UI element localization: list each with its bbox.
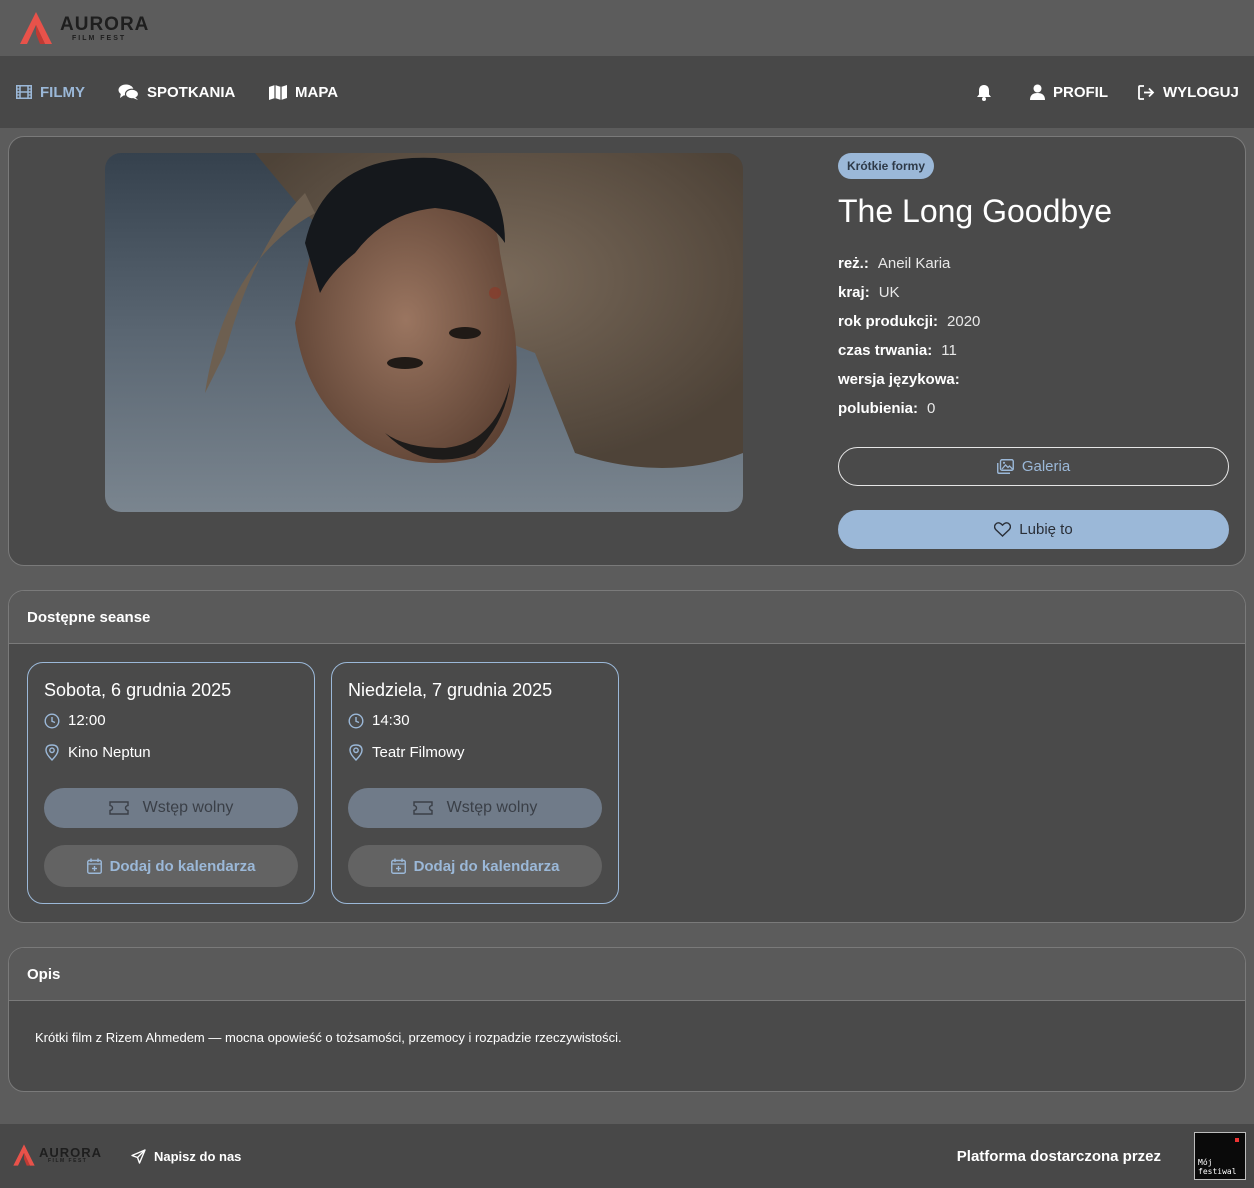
screenings-title: Dostępne seanse: [9, 591, 1245, 644]
powered-by-text: Platforma dostarczona przez: [956, 1147, 1161, 1165]
nav-label-spotkania: SPOTKANIA: [147, 83, 236, 101]
screening-date: Niedziela, 7 grudnia 2025: [348, 680, 553, 700]
contact-label: Napisz do nas: [154, 1148, 242, 1164]
bell-icon: [977, 84, 991, 101]
screening-date: Sobota, 6 grudnia 2025: [44, 680, 232, 700]
location-pin-icon: [45, 744, 59, 761]
nav-item-spotkania[interactable]: SPOTKANIA: [118, 56, 235, 128]
description-card: Opis Krótki film z Rizem Ahmedem — mocna…: [8, 947, 1246, 1092]
add-to-calendar-label: Dodaj do kalendarza: [109, 857, 256, 875]
aurora-logo-icon: [13, 1144, 35, 1166]
brand-name: AURORA: [60, 13, 150, 35]
ticket-icon: [108, 801, 129, 815]
map-icon: [269, 84, 287, 100]
film-poster-image: [105, 153, 743, 512]
user-icon: [1030, 84, 1045, 100]
screenings-card: Dostępne seanse Sobota, 6 grudnia 2025 1…: [8, 590, 1246, 923]
screening-time: 12:00: [68, 712, 106, 729]
nav-item-wyloguj[interactable]: WYLOGUJ: [1138, 56, 1239, 128]
free-entry-button[interactable]: Wstęp wolny: [44, 788, 298, 828]
add-to-calendar-button[interactable]: Dodaj do kalendarza: [44, 845, 298, 887]
film-meta-list: reż.: Aneil Karia kraj: UK rok produkcji: 2…: [838, 249, 980, 423]
meta-country: kraj: UK: [838, 284, 900, 301]
add-to-calendar-button[interactable]: Dodaj do kalendarza: [348, 845, 602, 887]
film-title: The Long Goodbye: [838, 193, 1112, 229]
clock-icon: [44, 712, 60, 729]
gallery-label: Galeria: [1021, 458, 1071, 475]
footer: AURORA FILM FEST Napisz do nas Platforma…: [0, 1124, 1254, 1188]
nav-item-profil[interactable]: PROFIL: [1030, 56, 1108, 128]
like-button[interactable]: Lubię to: [838, 510, 1229, 549]
film-still-illustration: [105, 153, 743, 512]
description-title: Opis: [9, 948, 1245, 1001]
like-label: Lubię to: [1019, 521, 1073, 538]
film-detail-card: Krótkie formy The Long Goodbye reż.: Anei…: [8, 136, 1246, 566]
screening-venue-row: Teatr Filmowy: [348, 744, 465, 761]
meta-duration: czas trwania: 11: [838, 342, 957, 359]
location-pin-icon: [349, 744, 363, 761]
screening-card-2: Niedziela, 7 grudnia 2025 14:30 Teatr Fi…: [331, 662, 619, 904]
free-entry-label: Wstęp wolny: [446, 799, 538, 816]
meta-year: rok produkcji: 2020: [838, 313, 981, 330]
free-entry-button[interactable]: Wstęp wolny: [348, 788, 602, 828]
gallery-icon: [996, 459, 1014, 474]
nav-label-mapa: MAPA: [295, 83, 339, 101]
screening-time: 14:30: [372, 712, 410, 729]
meta-likes: polubienia: 0: [838, 400, 936, 417]
send-icon: [131, 1148, 146, 1164]
main-nav: FILMY SPOTKANIA MAPA PROFIL WYLOGUJ: [0, 56, 1254, 128]
description-text: Krótki film z Rizem Ahmedem — mocna opow…: [35, 1030, 622, 1045]
provider-logo[interactable]: Mój festiwal: [1194, 1132, 1246, 1180]
free-entry-label: Wstęp wolny: [142, 799, 234, 816]
nav-label-wyloguj: WYLOGUJ: [1163, 83, 1239, 101]
calendar-plus-icon: [86, 858, 102, 874]
film-icon: [16, 85, 32, 99]
top-bar: AURORA FILM FEST: [0, 0, 1254, 56]
nav-label-profil: PROFIL: [1053, 83, 1108, 101]
meta-director: reż.: Aneil Karia: [838, 255, 951, 272]
aurora-logo-icon: [20, 12, 52, 44]
calendar-plus-icon: [390, 858, 406, 874]
footer-brand-logo[interactable]: AURORA FILM FEST: [12, 1142, 102, 1168]
screening-card-1: Sobota, 6 grudnia 2025 12:00 Kino Neptun…: [27, 662, 315, 904]
chat-bubbles-icon: [118, 84, 139, 100]
screening-time-row: 14:30: [348, 712, 410, 729]
provider-logo-dot: [1235, 1138, 1239, 1142]
gallery-button[interactable]: Galeria: [838, 447, 1229, 486]
screening-time-row: 12:00: [44, 712, 106, 729]
screening-venue: Teatr Filmowy: [372, 744, 465, 761]
nav-label-filmy: FILMY: [40, 83, 85, 101]
contact-link[interactable]: Napisz do nas: [131, 1124, 241, 1188]
screening-venue: Kino Neptun: [68, 744, 151, 761]
heart-icon: [994, 522, 1012, 537]
brand-logo[interactable]: AURORA FILM FEST: [18, 10, 149, 46]
nav-item-mapa[interactable]: MAPA: [269, 56, 338, 128]
category-badge: Krótkie formy: [838, 153, 935, 179]
ticket-icon: [412, 801, 433, 815]
screening-venue-row: Kino Neptun: [44, 744, 151, 761]
clock-icon: [348, 712, 364, 729]
notifications-button[interactable]: [976, 56, 992, 128]
nav-item-filmy[interactable]: FILMY: [16, 56, 85, 128]
provider-logo-text: Mój festiwal: [1198, 1158, 1237, 1176]
add-to-calendar-label: Dodaj do kalendarza: [413, 857, 560, 875]
logout-icon: [1138, 84, 1155, 100]
meta-language: wersja językowa:: [838, 371, 960, 388]
brand-tagline: FILM FEST: [72, 34, 127, 42]
